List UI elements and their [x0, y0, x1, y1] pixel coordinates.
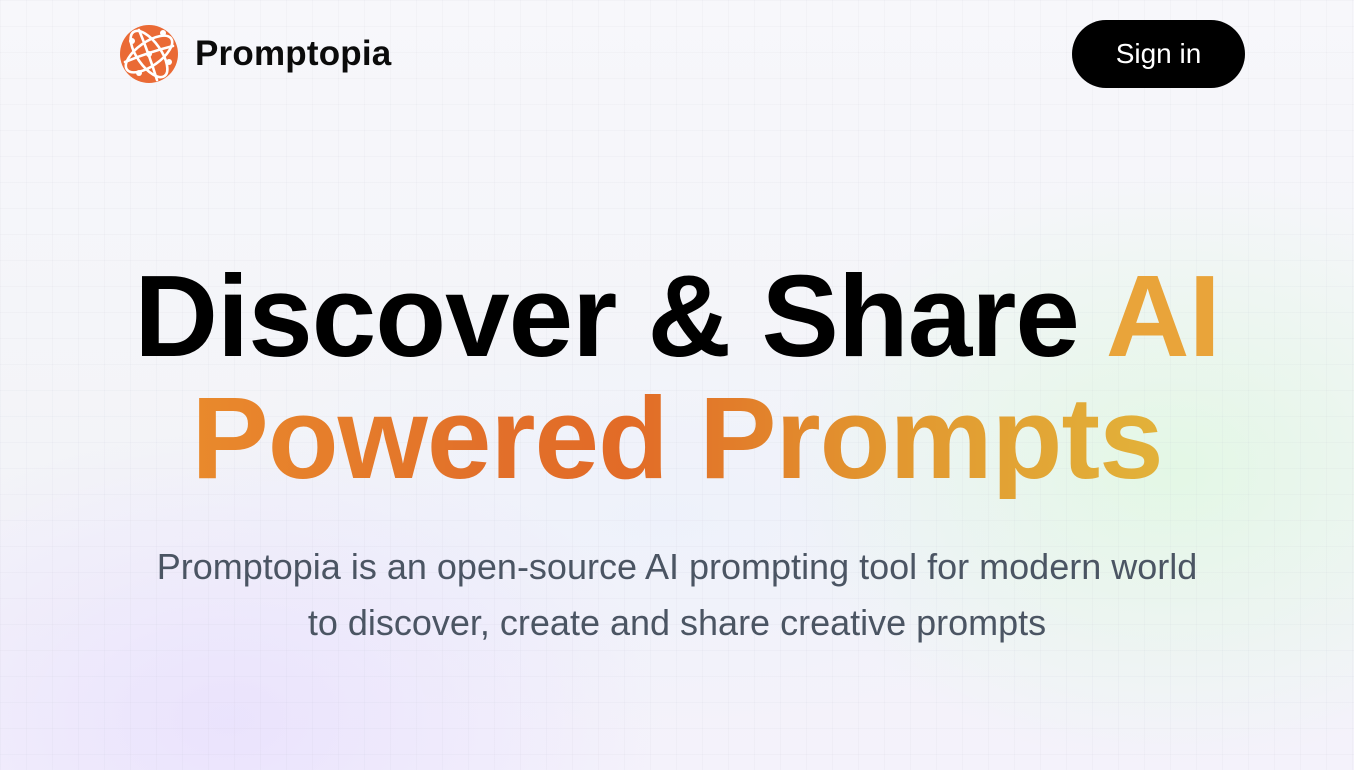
headline-accent: AI — [1105, 251, 1221, 381]
sign-in-button[interactable]: Sign in — [1072, 20, 1245, 88]
hero-section: Discover & Share AI Powered Prompts Prom… — [0, 255, 1354, 651]
hero-headline: Discover & Share AI Powered Prompts — [0, 255, 1354, 499]
headline-text: Discover & Share — [134, 251, 1106, 381]
globe-network-icon — [120, 25, 178, 83]
headline-line-1: Discover & Share AI — [0, 255, 1354, 377]
navbar: Promptopia Sign in — [0, 0, 1354, 110]
hero-subtitle: Promptopia is an open-source AI promptin… — [156, 546, 1198, 643]
brand-link[interactable]: Promptopia — [119, 24, 391, 84]
brand-name: Promptopia — [195, 34, 392, 73]
headline-line-2: Powered Prompts — [191, 373, 1163, 503]
